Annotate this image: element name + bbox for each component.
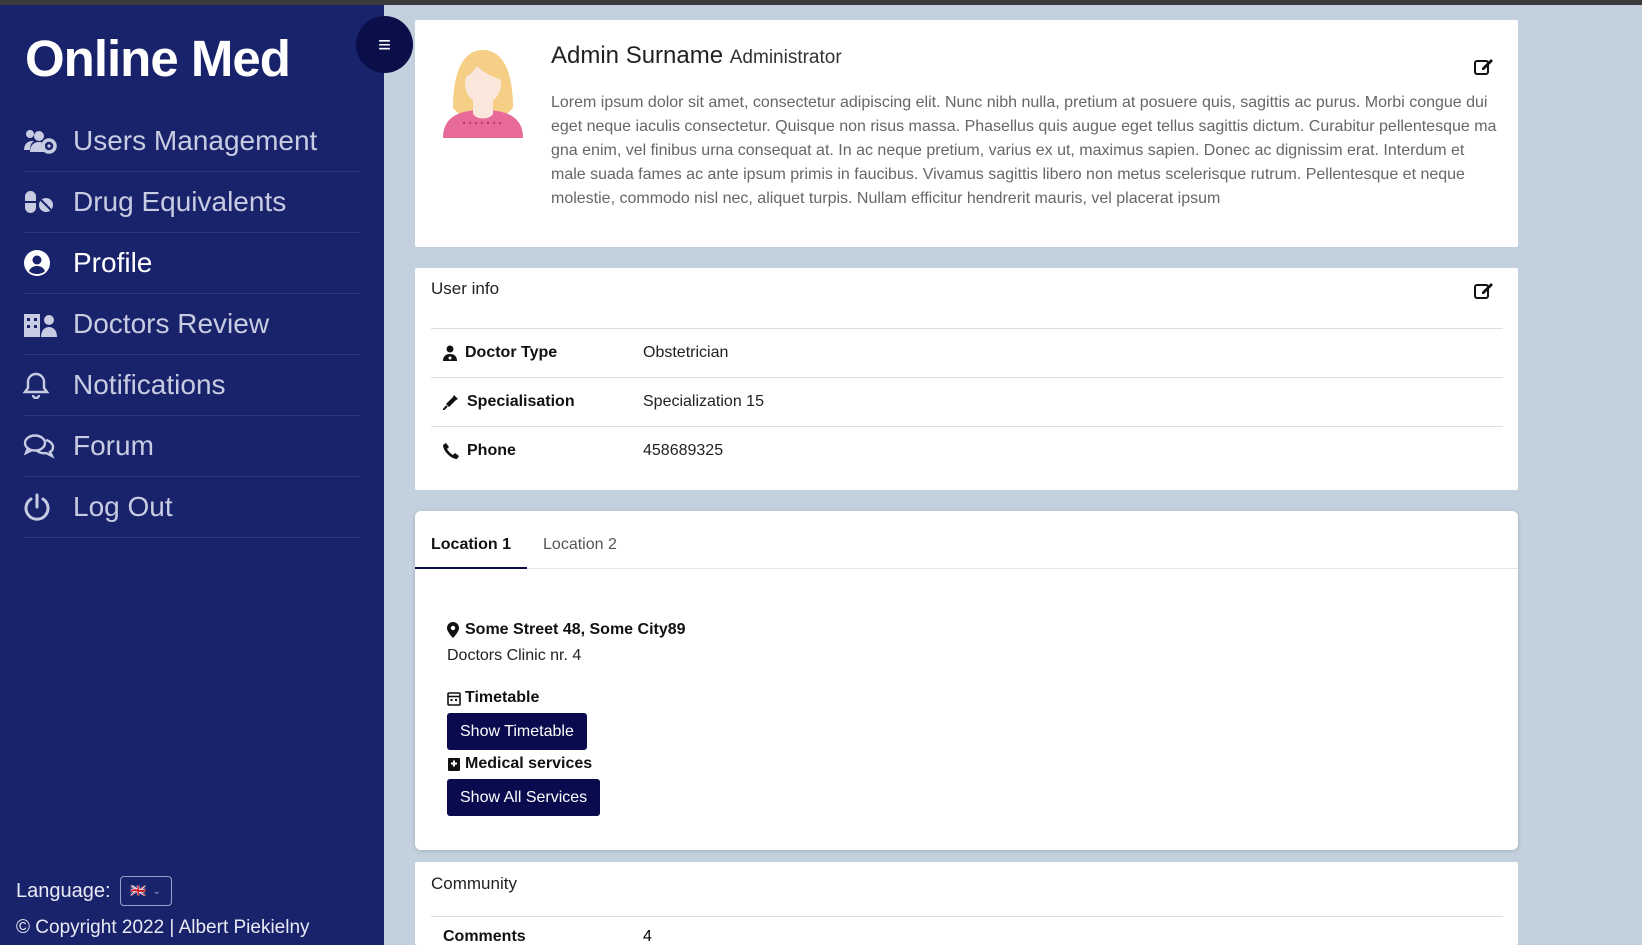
tab-location-1[interactable]: Location 1 [415, 511, 528, 569]
comments-icon [23, 432, 73, 460]
phone-value: 458689325 [643, 442, 724, 459]
row-key: Specialisation [431, 393, 643, 411]
tab-location-2[interactable]: Location 2 [527, 511, 633, 569]
uk-flag-icon: 🇬🇧 [130, 883, 147, 898]
profile-description: Lorem ipsum dolor sit amet, consectetur … [551, 94, 1497, 207]
bell-icon [23, 371, 73, 399]
map-marker-icon [447, 622, 459, 638]
sidebar-item-label: Notifications [73, 369, 226, 400]
table-row: Doctor Type Obstetrician [431, 328, 1503, 377]
user-md-icon [443, 345, 457, 361]
sidebar-item-label: Drug Equivalents [73, 186, 287, 217]
community-title: Community [431, 874, 517, 893]
language-label: Language: [16, 879, 111, 902]
edit-profile-icon[interactable] [1474, 57, 1494, 80]
clinic-name: Doctors Clinic nr. 4 [447, 647, 582, 664]
language-selector: Language: 🇬🇧 ⌄ [16, 876, 172, 906]
address-text: Some Street 48, Some City89 [465, 621, 686, 638]
show-timetable-button[interactable]: Show Timetable [447, 713, 587, 750]
sidebar-item-forum[interactable]: Forum [23, 416, 361, 477]
table-row: Comments 4 [431, 916, 1503, 945]
sidebar: Online Med Users Management Drug Equival… [0, 5, 384, 945]
location-tabs: Location 1 Location 2 [415, 511, 1518, 569]
medical-services-heading: Medical services [447, 755, 592, 773]
copyright-text: © Copyright 2022 | Albert Piekielny [16, 917, 310, 938]
locations-card: Location 1 Location 2 Some Street 48, So… [415, 511, 1518, 850]
sidebar-item-label: Profile [73, 247, 153, 278]
location-address: Some Street 48, Some City89 [447, 621, 686, 639]
sidebar-item-label: Log Out [73, 491, 173, 522]
sidebar-item-notifications[interactable]: Notifications [23, 355, 361, 416]
profile-name: Admin Surname Administrator [551, 42, 842, 70]
power-icon [23, 493, 73, 521]
users-cog-icon [23, 128, 73, 154]
clinic-users-icon [23, 310, 73, 338]
specialisation-value: Specialization 15 [643, 393, 764, 410]
user-circle-icon [23, 249, 73, 277]
medical-services-label: Medical services [465, 755, 593, 772]
timetable-heading: Timetable [447, 689, 539, 707]
sidebar-nav: Users Management Drug Equivalents Profil… [23, 111, 361, 538]
avatar [435, 38, 531, 143]
doctor-type-value: Obstetrician [643, 344, 729, 361]
doctor-type-label: Doctor Type [465, 344, 558, 361]
specialisation-label: Specialisation [467, 393, 575, 410]
pills-icon [23, 189, 73, 215]
timetable-label: Timetable [465, 689, 540, 706]
row-key: Phone [431, 442, 643, 460]
comments-value: 4 [643, 927, 652, 945]
sidebar-item-doctors-review[interactable]: Doctors Review [23, 294, 361, 355]
calendar-icon [447, 691, 461, 706]
table-row: Specialisation Specialization 15 [431, 377, 1503, 426]
medical-book-icon [448, 757, 460, 771]
profile-name-text: Admin Surname [551, 42, 724, 69]
app-logo: Online Med [25, 30, 291, 87]
comments-label: Comments [443, 927, 526, 945]
sidebar-item-profile[interactable]: Profile [23, 233, 361, 294]
menu-toggle-button[interactable]: ≡ [356, 16, 413, 73]
profile-role: Administrator [729, 47, 842, 68]
profile-card: Admin Surname Administrator Lorem ipsum … [415, 20, 1518, 247]
sidebar-item-users-management[interactable]: Users Management [23, 111, 361, 172]
user-info-table: Doctor Type Obstetrician Specialisation … [431, 328, 1503, 475]
user-info-card: User info Doctor Type Obstetrician Speci… [415, 268, 1518, 490]
edit-user-info-icon[interactable] [1474, 281, 1494, 304]
row-key: Doctor Type [431, 344, 643, 362]
syringe-icon [443, 395, 458, 410]
hamburger-icon: ≡ [378, 31, 391, 57]
phone-label: Phone [467, 442, 516, 459]
phone-icon [443, 443, 459, 459]
show-all-services-button[interactable]: Show All Services [447, 779, 601, 816]
community-card: Community Comments 4 [415, 862, 1518, 945]
sidebar-item-label: Users Management [73, 125, 318, 156]
table-row: Phone 458689325 [431, 426, 1503, 475]
sidebar-item-drug-equivalents[interactable]: Drug Equivalents [23, 172, 361, 233]
sidebar-item-label: Doctors Review [73, 308, 270, 339]
chevron-down-icon: ⌄ [152, 885, 161, 897]
sidebar-item-log-out[interactable]: Log Out [23, 477, 361, 538]
sidebar-item-label: Forum [73, 430, 154, 461]
user-info-title: User info [431, 279, 500, 298]
language-dropdown[interactable]: 🇬🇧 ⌄ [119, 876, 172, 906]
